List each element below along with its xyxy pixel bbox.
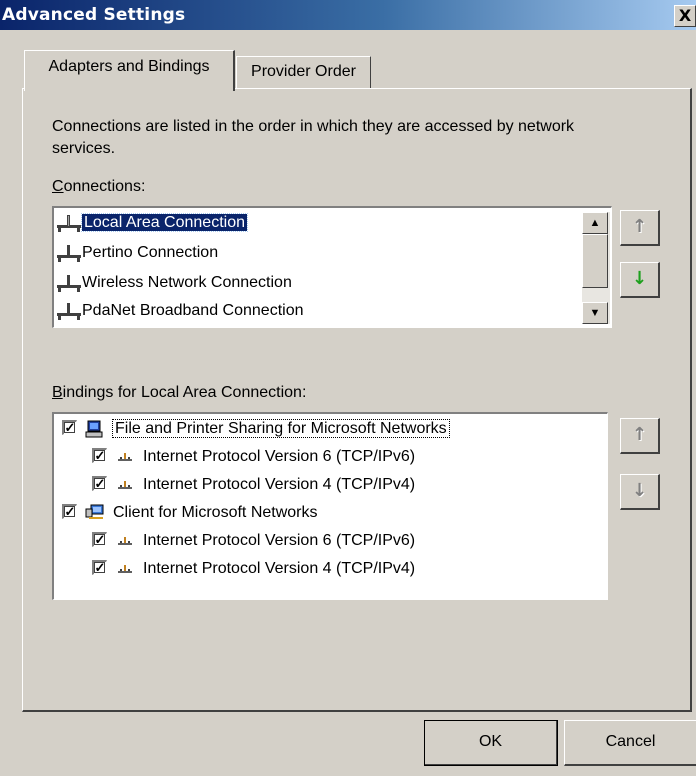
scroll-up-arrow-icon: ▲ xyxy=(589,217,601,229)
checkbox[interactable]: ✓ xyxy=(92,560,107,576)
bindings-label-text: indings for Local Area Connection: xyxy=(62,384,307,401)
arrow-up-icon: ↑ xyxy=(631,424,648,445)
binding-item-label: Internet Protocol Version 4 (TCP/IPv4) xyxy=(143,560,416,577)
connection-item-label: Wireless Network Connection xyxy=(82,274,292,291)
connections-label-accelerator: C xyxy=(52,178,64,195)
checkbox[interactable]: ✓ xyxy=(62,420,77,436)
connection-item-pdanet[interactable]: PdaNet Broadband Connection xyxy=(56,298,304,326)
binding-item-file-printer-sharing[interactable]: ✓ File and Printer Sharing for Microsoft… xyxy=(62,416,450,444)
binding-item-label: Internet Protocol Version 6 (TCP/IPv6) xyxy=(143,532,416,549)
scroll-down-arrow-icon: ▼ xyxy=(589,307,601,319)
connection-move-down-button[interactable]: ↓ xyxy=(620,262,660,298)
connection-item-label: Local Area Connection xyxy=(81,213,248,232)
network-connection-icon xyxy=(56,301,82,321)
network-connection-icon xyxy=(56,243,82,263)
binding-item-label: Internet Protocol Version 4 (TCP/IPv4) xyxy=(143,476,416,493)
binding-item-label: File and Printer Sharing for Microsoft N… xyxy=(112,419,450,438)
cancel-button[interactable]: Cancel xyxy=(564,720,696,766)
checkbox[interactable]: ✓ xyxy=(92,448,107,464)
description-text: Connections are listed in the order in w… xyxy=(52,118,575,157)
network-connection-icon xyxy=(56,213,82,233)
checkbox[interactable]: ✓ xyxy=(92,532,107,548)
protocol-icon xyxy=(115,560,135,578)
connections-scrollbar[interactable]: ▲ ▼ xyxy=(582,212,610,324)
window-title: Advanced Settings xyxy=(2,5,186,25)
binding-item-ipv6[interactable]: ✓ Internet Protocol Version 6 (TCP/IPv6) xyxy=(92,528,415,556)
scroll-up-button[interactable]: ▲ xyxy=(582,212,608,234)
scroll-down-button[interactable]: ▼ xyxy=(582,302,608,324)
checkbox[interactable]: ✓ xyxy=(62,504,77,520)
network-connection-icon xyxy=(56,273,82,293)
network-client-icon xyxy=(85,504,105,522)
connection-item-label: Pertino Connection xyxy=(82,244,219,261)
bindings-list[interactable]: ✓ File and Printer Sharing for Microsoft… xyxy=(52,412,608,600)
connections-list[interactable]: Local Area Connection Pertino Connection… xyxy=(52,206,612,328)
tab-adapters-and-bindings[interactable]: Adapters and Bindings xyxy=(24,50,235,91)
file-printer-sharing-icon xyxy=(85,420,105,438)
connection-item-pertino[interactable]: Pertino Connection xyxy=(56,240,218,268)
protocol-icon xyxy=(115,448,135,466)
protocol-icon xyxy=(115,532,135,550)
connection-item-wireless[interactable]: Wireless Network Connection xyxy=(56,270,292,298)
binding-item-ipv6[interactable]: ✓ Internet Protocol Version 6 (TCP/IPv6) xyxy=(92,444,415,472)
bindings-label: Bindings for Local Area Connection: xyxy=(52,382,306,404)
binding-item-ipv4[interactable]: ✓ Internet Protocol Version 4 (TCP/IPv4) xyxy=(92,472,415,500)
connections-label-text: onnections: xyxy=(63,178,146,195)
binding-item-label: Client for Microsoft Networks xyxy=(113,504,318,521)
arrow-up-icon: ↑ xyxy=(631,216,648,237)
connections-label: Connections: xyxy=(52,176,145,198)
scrollbar-thumb[interactable] xyxy=(582,234,608,288)
ok-button[interactable]: OK xyxy=(424,720,558,766)
arrow-down-icon: ↓ xyxy=(631,480,648,501)
connection-item-label: PdaNet Broadband Connection xyxy=(82,302,304,319)
bindings-label-accelerator: B xyxy=(52,384,63,401)
binding-item-ipv4[interactable]: ✓ Internet Protocol Version 4 (TCP/IPv4) xyxy=(92,556,415,584)
connection-item-local-area[interactable]: Local Area Connection xyxy=(56,210,248,238)
close-button[interactable]: X xyxy=(674,5,696,27)
tab-provider-order[interactable]: Provider Order xyxy=(236,56,371,88)
advanced-settings-dialog: Advanced Settings X Adapters and Binding… xyxy=(0,0,696,776)
checkbox[interactable]: ✓ xyxy=(92,476,107,492)
binding-move-down-button[interactable]: ↓ xyxy=(620,474,660,510)
title-bar[interactable]: Advanced Settings X xyxy=(0,0,696,30)
protocol-icon xyxy=(115,476,135,494)
connection-move-up-button[interactable]: ↑ xyxy=(620,210,660,246)
arrow-down-icon: ↓ xyxy=(631,268,648,289)
binding-move-up-button[interactable]: ↑ xyxy=(620,418,660,454)
binding-item-label: Internet Protocol Version 6 (TCP/IPv6) xyxy=(143,448,416,465)
binding-item-client-ms-networks[interactable]: ✓ Client for Microsoft Networks xyxy=(62,500,318,528)
